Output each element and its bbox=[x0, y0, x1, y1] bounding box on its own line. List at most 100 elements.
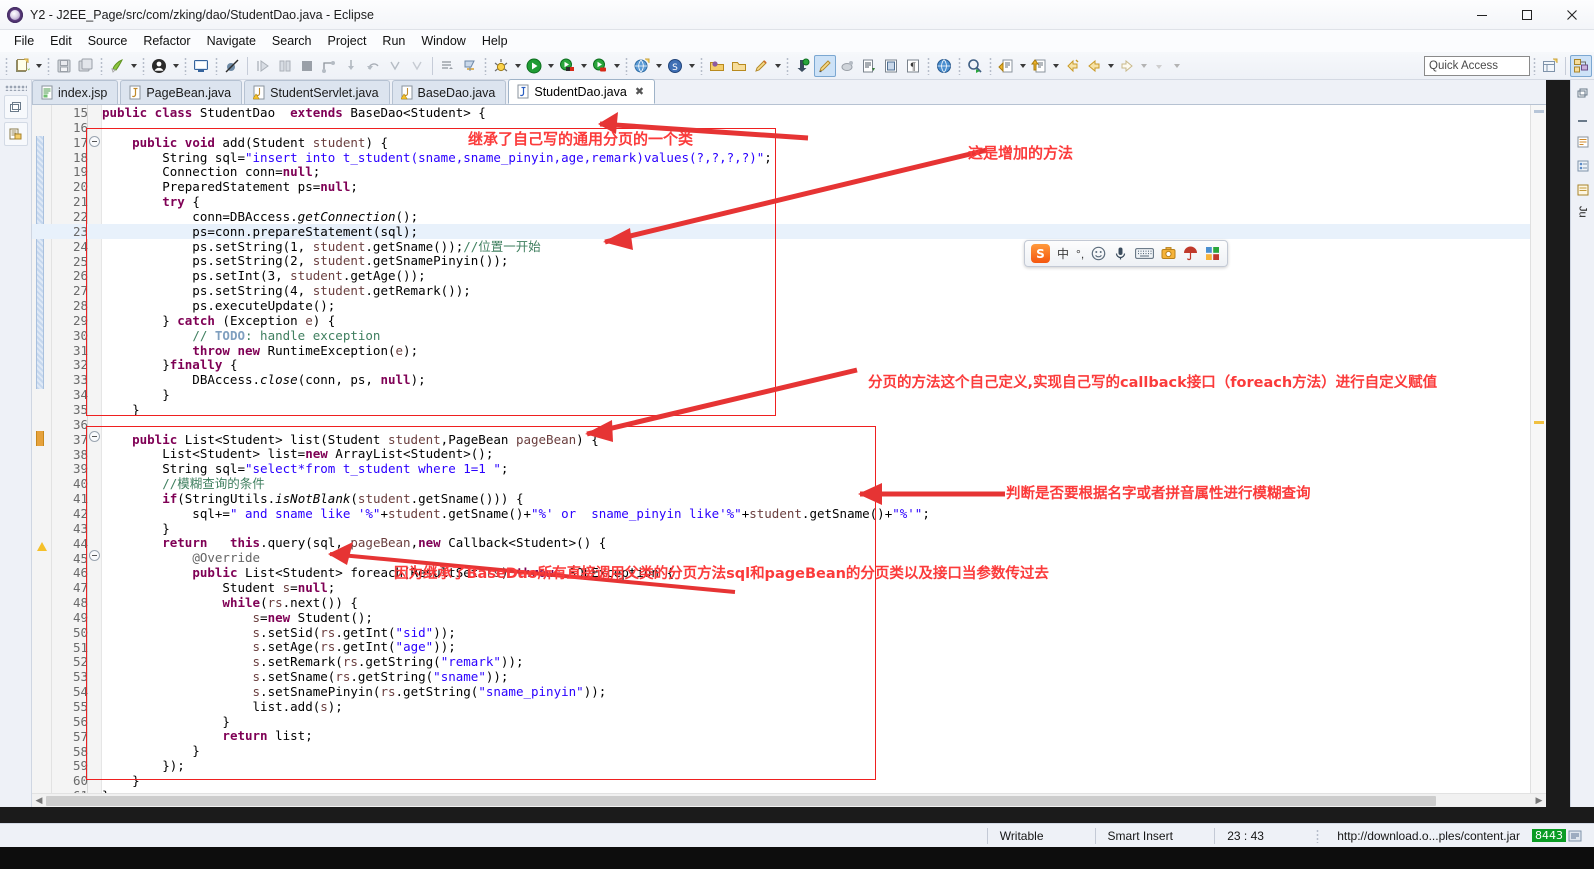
emoji-icon[interactable] bbox=[1091, 246, 1106, 261]
tab-pagebean-java[interactable]: PageBean.java bbox=[120, 80, 243, 104]
tab-basedao-java[interactable]: BaseDao.java bbox=[391, 80, 507, 104]
open-resource-icon[interactable] bbox=[706, 55, 728, 77]
overview-ruler[interactable] bbox=[1530, 105, 1546, 795]
new-wizard-icon[interactable] bbox=[11, 55, 33, 77]
status-progress-icon[interactable] bbox=[1566, 827, 1594, 845]
save-all-icon[interactable] bbox=[75, 55, 97, 77]
run-server-stop-dropdown[interactable] bbox=[611, 55, 622, 77]
new-wizard-dropdown[interactable] bbox=[33, 55, 44, 77]
toggle-mark-icon[interactable] bbox=[836, 55, 858, 77]
debug-dropdown[interactable] bbox=[512, 55, 523, 77]
menu-run[interactable]: Run bbox=[374, 32, 413, 50]
hscroll-thumb[interactable] bbox=[46, 795, 1436, 806]
run-server-stop-icon[interactable] bbox=[589, 55, 611, 77]
block-selection-icon[interactable] bbox=[880, 55, 902, 77]
java-ee-perspective-icon[interactable] bbox=[1570, 54, 1592, 77]
spring-dropdown[interactable] bbox=[686, 55, 697, 77]
new-web-dropdown[interactable] bbox=[653, 55, 664, 77]
task-list-icon[interactable] bbox=[1573, 132, 1593, 152]
open-type-icon[interactable] bbox=[437, 55, 459, 77]
previous-edit-dropdown[interactable] bbox=[1017, 55, 1028, 77]
sogou-logo-icon[interactable]: S bbox=[1031, 244, 1050, 263]
menu-source[interactable]: Source bbox=[80, 32, 136, 50]
chinese-mode-icon[interactable]: 中 bbox=[1057, 245, 1069, 262]
left-stack-grip[interactable] bbox=[4, 85, 27, 91]
servers-view-label[interactable]: Ju bbox=[1577, 206, 1589, 218]
toolbar-grip[interactable] bbox=[5, 56, 8, 75]
code-editor[interactable]: public class StudentDao extends BaseDao<… bbox=[32, 105, 1546, 807]
forward-icon[interactable] bbox=[1116, 55, 1138, 77]
tab-close-icon[interactable]: ✖ bbox=[635, 85, 644, 98]
menu-search[interactable]: Search bbox=[264, 32, 320, 50]
menu-navigate[interactable]: Navigate bbox=[199, 32, 264, 50]
menu-refactor[interactable]: Refactor bbox=[135, 32, 198, 50]
new-web-icon[interactable] bbox=[631, 55, 653, 77]
minimize-button[interactable] bbox=[1459, 0, 1504, 30]
new-perspective-icon[interactable] bbox=[1539, 55, 1561, 77]
pause-icon[interactable] bbox=[274, 55, 296, 77]
scroll-right-arrow[interactable]: ▶ bbox=[1532, 795, 1546, 806]
terminate-icon[interactable] bbox=[296, 55, 318, 77]
run-icon[interactable] bbox=[523, 55, 545, 77]
forward-dropdown[interactable] bbox=[1138, 55, 1149, 77]
menu-edit[interactable]: Edit bbox=[42, 32, 80, 50]
close-button[interactable] bbox=[1549, 0, 1594, 30]
resume-icon[interactable] bbox=[406, 55, 428, 77]
umbrella-icon[interactable] bbox=[1183, 246, 1198, 261]
profile-icon[interactable] bbox=[964, 55, 986, 77]
next-edit-icon[interactable] bbox=[1028, 55, 1050, 77]
publish-icon[interactable] bbox=[106, 55, 128, 77]
overflow-icon[interactable] bbox=[1149, 55, 1171, 77]
voice-icon[interactable] bbox=[1113, 246, 1128, 261]
previous-edit-icon[interactable] bbox=[995, 55, 1017, 77]
restore-right-icon[interactable] bbox=[1573, 84, 1593, 104]
console-icon[interactable] bbox=[190, 55, 212, 77]
overflow-dropdown[interactable] bbox=[1171, 55, 1182, 77]
back-to-icon[interactable] bbox=[1061, 55, 1083, 77]
run-dropdown[interactable] bbox=[545, 55, 556, 77]
screenshot-icon[interactable] bbox=[1161, 246, 1176, 261]
warning-marker-line46[interactable] bbox=[37, 542, 47, 551]
markers-icon[interactable] bbox=[1573, 180, 1593, 200]
scroll-left-arrow[interactable]: ◀ bbox=[32, 795, 46, 806]
open-task-icon[interactable] bbox=[459, 55, 481, 77]
tab-studentdao-java[interactable]: StudentDao.java ✖ bbox=[508, 79, 656, 104]
keyboard-icon[interactable] bbox=[1135, 247, 1155, 260]
back-icon[interactable] bbox=[1083, 55, 1105, 77]
step-over-icon[interactable] bbox=[252, 55, 274, 77]
open-folder-icon[interactable] bbox=[728, 55, 750, 77]
user-icon[interactable] bbox=[148, 55, 170, 77]
pencil-icon[interactable] bbox=[750, 55, 772, 77]
editor-marker-gutter[interactable] bbox=[32, 105, 52, 807]
user-dropdown[interactable] bbox=[170, 55, 181, 77]
save-icon[interactable] bbox=[53, 55, 75, 77]
status-grip[interactable] bbox=[1316, 828, 1320, 843]
quick-fix-icon[interactable] bbox=[792, 55, 814, 77]
debug-icon[interactable] bbox=[490, 55, 512, 77]
restore-view-icon[interactable] bbox=[3, 95, 28, 119]
pencil-dropdown[interactable] bbox=[772, 55, 783, 77]
punctuation-icon[interactable]: °, bbox=[1076, 247, 1084, 261]
editor-source-text[interactable]: public class StudentDao extends BaseDao<… bbox=[102, 105, 1530, 803]
editor-folding-column[interactable] bbox=[88, 105, 102, 807]
drop-to-frame-icon[interactable] bbox=[384, 55, 406, 77]
tab-index-jsp[interactable]: index.jsp bbox=[32, 80, 119, 104]
fold-toggle-line45[interactable] bbox=[89, 550, 100, 561]
marker-icon[interactable] bbox=[814, 54, 836, 77]
fold-toggle-line17[interactable] bbox=[89, 136, 100, 147]
minimize-right-icon[interactable] bbox=[1573, 108, 1593, 128]
menu-file[interactable]: File bbox=[6, 32, 42, 50]
spring-icon[interactable]: S bbox=[664, 55, 686, 77]
branch-icon[interactable] bbox=[318, 55, 340, 77]
toolbox-icon[interactable] bbox=[1205, 246, 1220, 261]
ime-toolbar[interactable]: S 中 °, bbox=[1024, 240, 1228, 267]
run-server-dropdown[interactable] bbox=[578, 55, 589, 77]
next-annotation-icon[interactable] bbox=[858, 55, 880, 77]
tab-studentservlet-java[interactable]: StudentServlet.java bbox=[244, 80, 390, 104]
globe-icon[interactable] bbox=[933, 55, 955, 77]
fold-toggle-line37[interactable] bbox=[89, 431, 100, 442]
run-server-icon[interactable] bbox=[556, 55, 578, 77]
outline-icon[interactable] bbox=[1573, 156, 1593, 176]
next-edit-dropdown[interactable] bbox=[1050, 55, 1061, 77]
menu-help[interactable]: Help bbox=[474, 32, 516, 50]
